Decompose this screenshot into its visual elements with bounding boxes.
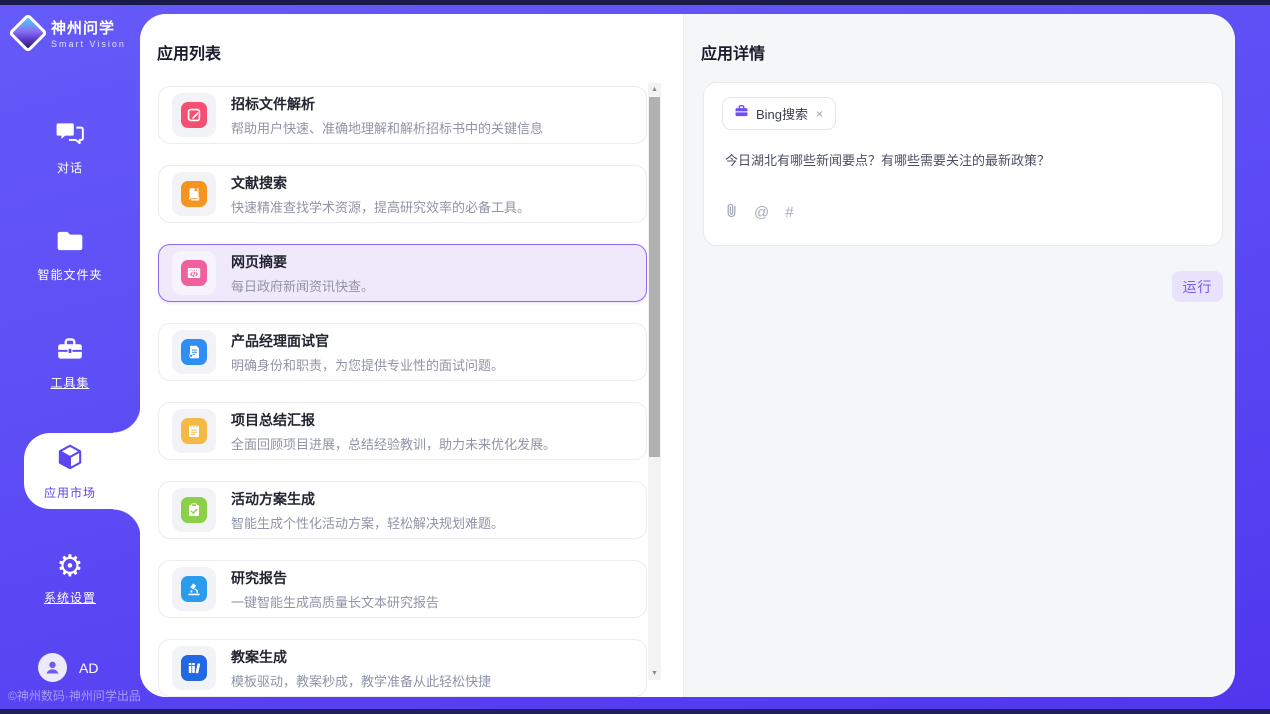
query-input-card[interactable]: Bing搜索 × 今日湖北有哪些新闻要点？有哪些需要关注的最新政策？ @ # (703, 82, 1223, 246)
app-title: 教案生成 (231, 647, 491, 667)
user-initials: AD (79, 660, 98, 676)
books-icon (181, 655, 207, 681)
cube-icon (55, 442, 85, 477)
app-desc: 帮助用户快速、准确地理解和解析招标书中的关键信息 (231, 118, 543, 137)
app-title: 项目总结汇报 (231, 410, 556, 430)
sidebar-item-label: 应用市场 (44, 484, 96, 501)
app-desc: 明确身份和职责，为您提供专业性的面试问题。 (231, 355, 504, 374)
sidebar-item-smart-folders[interactable]: 智能文件夹 (0, 217, 140, 293)
app-card-lesson-plan[interactable]: 教案生成 模板驱动，教案秒成，教学准备从此轻松快捷 (158, 639, 647, 697)
sidebar-item-label: 智能文件夹 (37, 266, 102, 283)
app-list-panel: 应用列表 招标文件解析 帮助用户快速、准确地理解和解析招标书中的关键信息 (140, 14, 683, 697)
user-avatar-icon (38, 653, 67, 682)
app-title: 产品经理面试官 (231, 331, 504, 351)
sidebar: 神州问学 Smart Vision 对话 智能文件夹 工具集 (0, 5, 140, 709)
sidebar-item-label: 工具集 (50, 374, 89, 391)
app-card-pm-interviewer[interactable]: 产品经理面试官 明确身份和职责，为您提供专业性的面试问题。 (158, 323, 647, 381)
tool-tag-bing-search[interactable]: Bing搜索 × (722, 97, 836, 130)
app-card-bid-document-parsing[interactable]: 招标文件解析 帮助用户快速、准确地理解和解析招标书中的关键信息 (158, 86, 647, 144)
tool-tag-label: Bing搜索 (756, 104, 808, 123)
app-window: 神州问学 Smart Vision 对话 智能文件夹 工具集 (0, 0, 1270, 714)
toolbox-icon (55, 335, 85, 367)
microscope-icon (181, 576, 207, 602)
app-title: 活动方案生成 (231, 489, 504, 509)
app-desc: 全面回顾项目进展，总结经验教训，助力未来优化发展。 (231, 434, 556, 453)
interview-document-icon (181, 339, 207, 365)
scrollbar-thumb[interactable] (649, 97, 660, 457)
mention-icon[interactable]: @ (754, 204, 769, 221)
diamond-logo-icon (8, 13, 48, 53)
run-button[interactable]: 运行 (1172, 271, 1223, 302)
app-card-web-summary[interactable]: 网页摘要 每日政府新闻资讯快查。 (158, 244, 647, 302)
chat-icon (55, 119, 85, 152)
query-text[interactable]: 今日湖北有哪些新闻要点？有哪些需要关注的最新政策？ (725, 151, 1206, 171)
bottom-edge-bar (0, 709, 1270, 714)
scrollbar-up-arrow[interactable]: ▲ (648, 83, 661, 96)
sidebar-item-label: 对话 (57, 159, 83, 176)
copyright-text: ©神州数码·神州问学出品 (8, 687, 141, 704)
user-account[interactable]: AD (38, 653, 98, 682)
book-icon (181, 181, 207, 207)
app-desc: 一键智能生成高质量长文本研究报告 (231, 592, 439, 611)
app-title: 招标文件解析 (231, 94, 543, 114)
sidebar-item-toolset[interactable]: 工具集 (0, 325, 140, 401)
gear-icon: ⚙ (57, 552, 84, 582)
notepad-icon (181, 418, 207, 444)
brand-logo: 神州问学 Smart Vision (14, 17, 126, 49)
app-detail-title: 应用详情 (701, 40, 765, 64)
app-desc: 快速精准查找学术资源，提高研究效率的必备工具。 (231, 197, 530, 216)
app-desc: 每日政府新闻资讯快查。 (231, 276, 374, 295)
app-title: 网页摘要 (231, 252, 374, 272)
browser-code-icon (181, 260, 207, 286)
paperclip-icon[interactable] (724, 202, 738, 223)
app-card-literature-search[interactable]: 文献搜索 快速精准查找学术资源，提高研究效率的必备工具。 (158, 165, 647, 223)
hash-icon[interactable]: # (785, 204, 793, 221)
sidebar-item-label: 系统设置 (44, 589, 96, 606)
folder-icon (55, 228, 85, 259)
sidebar-item-chat[interactable]: 对话 (0, 109, 140, 185)
app-detail-panel: 应用详情 Bing搜索 × 今日湖北有哪些新闻要点？有哪些需要关注的最新政策？ … (683, 14, 1235, 697)
app-title: 文献搜索 (231, 173, 530, 193)
briefcase-icon (734, 104, 749, 123)
brand-name: 神州问学 (51, 17, 126, 38)
main-content: 应用列表 招标文件解析 帮助用户快速、准确地理解和解析招标书中的关键信息 (140, 14, 1235, 697)
scrollbar[interactable]: ▲ ▼ (648, 83, 661, 680)
app-card-research-report[interactable]: 研究报告 一键智能生成高质量长文本研究报告 (158, 560, 647, 618)
tag-close-icon[interactable]: × (815, 107, 824, 121)
clipboard-check-icon (181, 497, 207, 523)
app-card-project-summary[interactable]: 项目总结汇报 全面回顾项目进展，总结经验教训，助力未来优化发展。 (158, 402, 647, 460)
sidebar-item-app-market[interactable]: 应用市场 (0, 433, 140, 509)
app-list: 招标文件解析 帮助用户快速、准确地理解和解析招标书中的关键信息 文献搜索 快速精… (158, 86, 647, 697)
app-desc: 智能生成个性化活动方案，轻松解决规划难题。 (231, 513, 504, 532)
edit-document-icon (181, 102, 207, 128)
app-title: 研究报告 (231, 568, 439, 588)
scrollbar-down-arrow[interactable]: ▼ (648, 667, 661, 680)
app-card-event-plan[interactable]: 活动方案生成 智能生成个性化活动方案，轻松解决规划难题。 (158, 481, 647, 539)
top-edge-bar (0, 0, 1270, 5)
app-desc: 模板驱动，教案秒成，教学准备从此轻松快捷 (231, 671, 491, 690)
app-list-title: 应用列表 (157, 40, 221, 64)
brand-subtitle: Smart Vision (51, 39, 126, 49)
sidebar-item-settings[interactable]: ⚙ 系统设置 (0, 541, 140, 617)
attachment-toolbar: @ # (724, 202, 794, 223)
